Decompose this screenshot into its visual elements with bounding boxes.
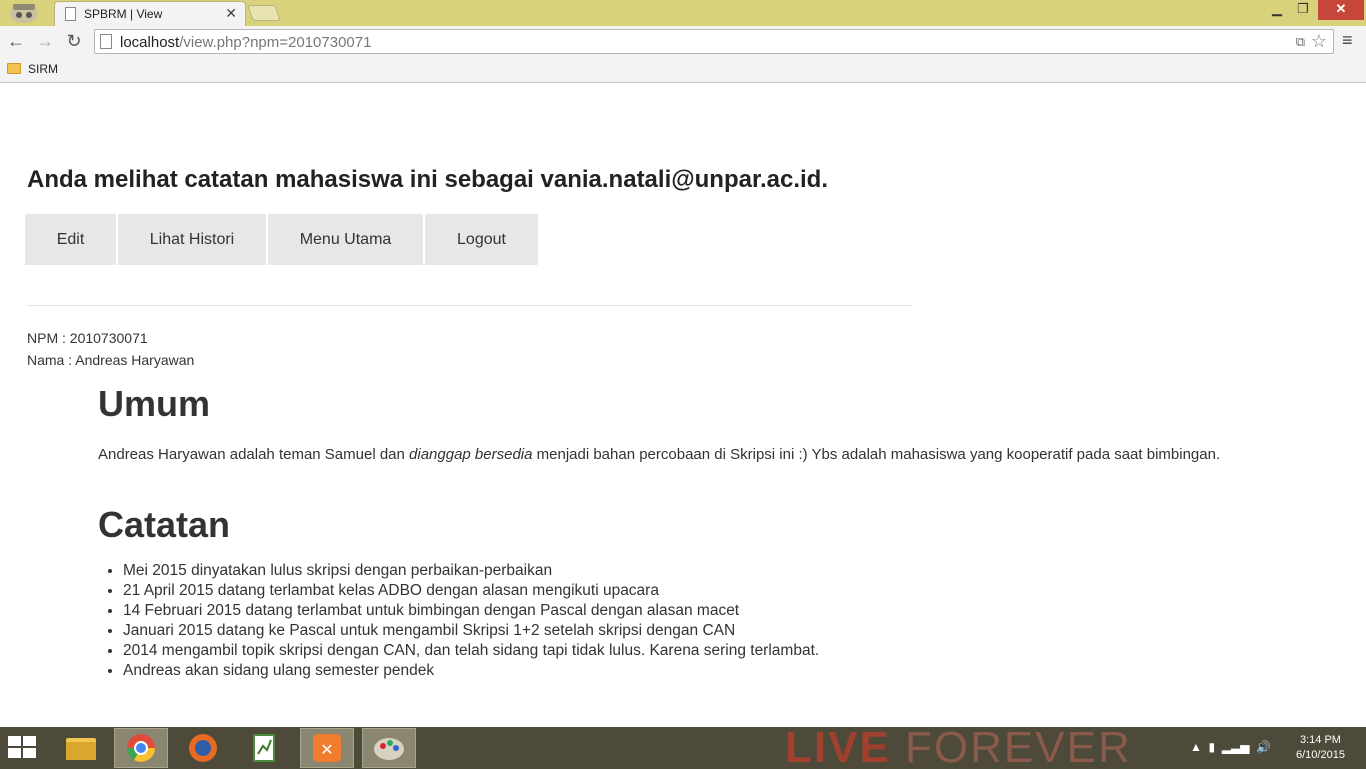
new-tab-button[interactable] [247,5,281,21]
list-item: Januari 2015 datang ke Pascal untuk meng… [123,621,819,641]
wallpaper-text-a: LIVE [785,723,891,769]
address-bar[interactable]: localhost/view.php?npm=2010730071 ⧉ ☆ [94,29,1334,54]
wallpaper-text: LIVE FOREVER [785,723,1132,769]
divider [27,305,912,306]
back-icon[interactable]: ← [4,30,28,52]
list-item: Andreas akan sidang ulang semester pende… [123,661,819,681]
system-tray[interactable]: ▲ ▮ ▂▃▅ 🔊 [1190,740,1271,754]
folder-icon [7,63,21,74]
list-item: 2014 mengambil topik skripsi dengan CAN,… [123,641,819,661]
nama-info: Nama : Andreas Haryawan [27,352,195,368]
npm-info: NPM : 2010730071 [27,330,148,346]
umum-text-b: menjadi bahan percobaan di Skripsi ini :… [532,446,1221,463]
umum-text-a: Andreas Haryawan adalah teman Samuel dan [98,446,410,463]
logout-button[interactable]: Logout [425,214,538,265]
umum-paragraph: Andreas Haryawan adalah teman Samuel dan… [98,442,1228,467]
browser-toolbar: ← → ↻ localhost/view.php?npm=2010730071 … [0,26,1366,57]
restore-button[interactable]: ❐ [1290,0,1316,20]
translate-icon[interactable]: ⧉ [1296,34,1305,50]
clock[interactable]: 3:14 PM 6/10/2015 [1296,733,1345,763]
url-text[interactable]: localhost/view.php?npm=2010730071 [120,34,371,51]
catatan-heading: Catatan [98,504,231,545]
edit-button[interactable]: Edit [25,214,116,265]
taskbar: LIVE FOREVER ✕ ▲ ▮ ▂▃▅ 🔊 3:14 PM 6/10/20… [0,723,1366,769]
url-host: localhost [120,34,180,51]
list-item: Mei 2015 dinyatakan lulus skripsi dengan… [123,561,819,581]
lihat-histori-button[interactable]: Lihat Histori [118,214,266,265]
wallpaper-text-b: FOREVER [905,723,1132,769]
chrome-icon[interactable] [114,728,168,768]
page-icon [65,7,76,21]
bookmarks-bar: SIRM [0,57,1366,83]
reload-icon[interactable]: ↻ [62,30,86,52]
menu-utama-button[interactable]: Menu Utama [268,214,423,265]
menu-icon[interactable]: ≡ [1342,30,1353,51]
list-item: 14 Februari 2015 datang terlambat untuk … [123,601,819,621]
xampp-icon[interactable]: ✕ [300,728,354,768]
firefox-icon[interactable] [176,728,230,768]
page-heading: Anda melihat catatan mahasiswa ini sebag… [27,166,829,193]
close-window-button[interactable]: ✕ [1318,0,1364,20]
browser-tab[interactable]: SPBRM | View ✕ [54,1,246,26]
clock-time: 3:14 PM [1299,734,1341,746]
url-path: /view.php?npm=2010730071 [179,34,372,51]
notes-list: Mei 2015 dinyatakan lulus skripsi dengan… [123,561,819,681]
page-content: Anda melihat catatan mahasiswa ini sebag… [0,84,1366,727]
paint-icon[interactable] [362,728,416,768]
umum-heading: Umum [98,383,211,424]
tab-title: SPBRM | View [84,7,163,21]
star-icon[interactable]: ☆ [1311,31,1327,52]
bookmark-sirm[interactable]: SIRM [28,62,58,76]
minimize-button[interactable]: ▁ [1262,0,1292,20]
incognito-icon [10,4,38,23]
list-item: 21 April 2015 datang terlambat kelas ADB… [123,581,819,601]
page-icon [100,34,112,49]
file-explorer-icon[interactable] [54,728,108,768]
forward-icon[interactable]: → [33,30,57,52]
start-icon[interactable] [8,736,38,760]
umum-text-em: dianggap bersedia [409,446,533,463]
clock-date: 6/10/2015 [1296,749,1345,761]
svg-text:✕: ✕ [320,740,333,759]
notepad-icon[interactable] [238,728,292,768]
tab-close-icon[interactable]: ✕ [225,5,237,22]
title-bar: SPBRM | View ✕ ▁ ❐ ✕ [0,0,1366,26]
